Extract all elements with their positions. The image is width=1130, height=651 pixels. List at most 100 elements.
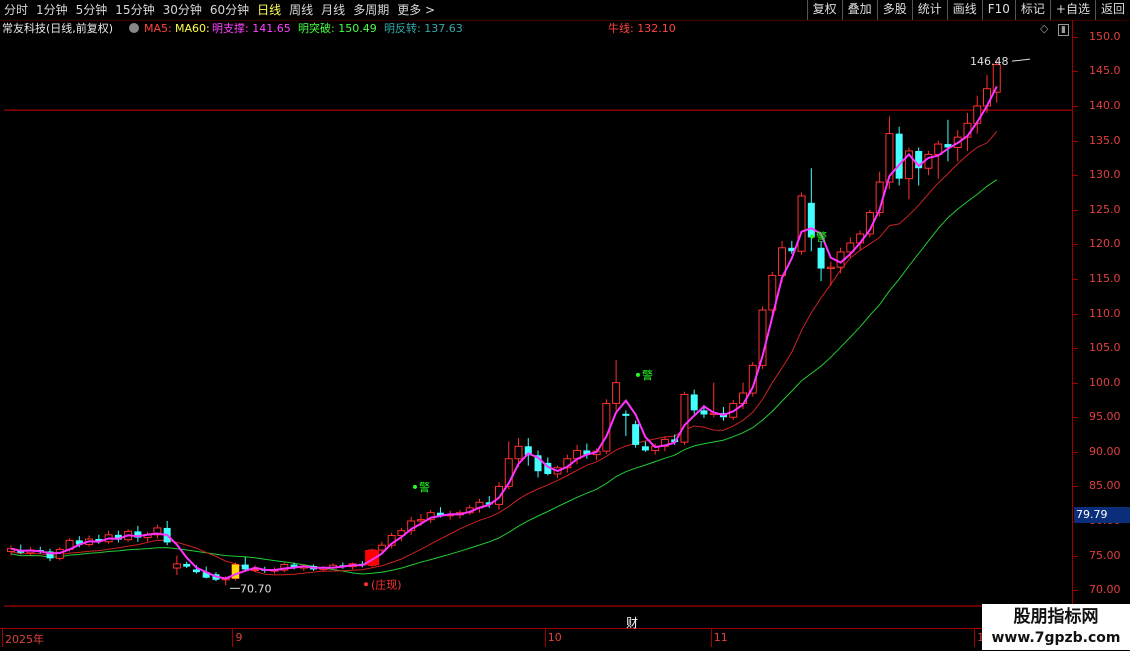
ma-red-line	[10, 131, 998, 576]
candle-body	[377, 544, 386, 551]
price-tick: 115.0	[1089, 271, 1121, 285]
high-arrow	[1011, 58, 1031, 62]
price-tick: 150.0	[1089, 29, 1121, 43]
candle-body	[826, 266, 835, 270]
finance-marker[interactable]: 财	[626, 614, 638, 631]
period-tab-9[interactable]: 多周期	[349, 0, 393, 20]
price-tick-mark	[1073, 417, 1078, 419]
price-tick: 135.0	[1089, 133, 1121, 147]
tool-button-3[interactable]: 统计	[911, 0, 947, 20]
candle-body	[680, 393, 689, 443]
tool-button-2[interactable]: 多股	[876, 0, 912, 20]
month-divider	[974, 629, 976, 647]
period-tab-8[interactable]: 月线	[317, 0, 349, 20]
date-axis: 2025年9101112	[0, 628, 1072, 651]
period-tab-3[interactable]: 15分钟	[111, 0, 158, 20]
price-tick: 90.00	[1089, 444, 1121, 458]
month-divider	[544, 629, 546, 647]
warn-signal-2: 警	[816, 229, 827, 243]
date-label: 9	[235, 631, 243, 644]
candle-body	[641, 446, 649, 451]
candle-body	[817, 247, 825, 269]
candle-body	[241, 564, 249, 570]
price-tick: 70.00	[1089, 583, 1121, 597]
date-label: 10	[547, 631, 562, 644]
price-tick-mark	[1073, 382, 1078, 384]
candle-body	[797, 195, 806, 252]
zhuxian-dot	[364, 582, 368, 587]
watermark-logo: 股朋指标网 www.7gpzb.com	[982, 604, 1130, 650]
period-tab-5[interactable]: 60分钟	[206, 0, 253, 20]
top-toolbar: 分时 1分钟 5分钟 15分钟 30分钟 60分钟 日线 周线 月线 多周期 更多 > 复权 叠加 多股…	[0, 0, 1130, 21]
price-tick-mark	[1073, 555, 1078, 557]
candle-body	[632, 424, 640, 445]
tool-button-5[interactable]: F10	[981, 0, 1015, 20]
warn-dot	[413, 484, 417, 489]
price-tick-mark	[1073, 140, 1078, 142]
period-tab-6[interactable]: 日线	[253, 0, 285, 20]
current-price-badge: 79.79	[1074, 507, 1130, 523]
period-tab-2[interactable]: 5分钟	[72, 0, 112, 20]
high-price-label: 146.48	[970, 55, 1009, 68]
month-divider	[710, 629, 712, 647]
tool-button-4[interactable]: 画线	[946, 0, 982, 20]
price-tick: 85.00	[1089, 479, 1121, 493]
low-price-label: 70.70	[240, 582, 272, 595]
right-toolbar: 复权 叠加 多股 统计 画线 F10 标记 +自选 返回	[806, 0, 1130, 20]
warn-signal-0: 警	[419, 480, 430, 494]
candle-body	[690, 394, 698, 411]
date-label: 11	[713, 631, 728, 644]
period-tab-0[interactable]: 分时	[0, 0, 32, 20]
price-tick: 145.0	[1089, 64, 1121, 78]
candle-body	[622, 413, 630, 416]
watermark-url: www.7gpzb.com	[991, 630, 1121, 646]
period-tab-4[interactable]: 30分钟	[159, 0, 206, 20]
month-divider	[232, 629, 234, 647]
price-tick-mark	[1073, 278, 1078, 280]
warn-dot	[636, 372, 640, 377]
price-tick-mark	[1073, 175, 1078, 177]
period-tab-10[interactable]: 更多 >	[393, 0, 439, 20]
price-tick-mark	[1073, 209, 1078, 211]
candle-body	[602, 402, 611, 452]
watermark-title: 股朋指标网	[1013, 607, 1099, 627]
tool-button-1[interactable]: 叠加	[841, 0, 877, 20]
candle-body	[983, 88, 991, 107]
tool-button-8[interactable]: 返回	[1094, 0, 1130, 20]
period-tabs: 分时 1分钟 5分钟 15分钟 30分钟 60分钟 日线 周线 月线 多周期 更多 >	[0, 0, 439, 20]
support-trend-line	[10, 85, 998, 580]
price-tick-mark	[1073, 451, 1078, 453]
warn-dot	[810, 234, 814, 239]
candle-body	[700, 410, 708, 415]
candle-body	[183, 563, 191, 567]
candle-body	[416, 519, 425, 522]
price-tick-mark	[1073, 486, 1078, 488]
price-tick-mark	[1073, 71, 1078, 73]
price-tick: 95.00	[1089, 410, 1121, 424]
price-tick-mark	[1073, 313, 1078, 315]
candle-body	[807, 202, 815, 238]
price-tick: 105.0	[1089, 341, 1121, 355]
price-tick-mark	[1073, 106, 1078, 107]
price-tick: 110.0	[1089, 306, 1121, 320]
tool-button-7[interactable]: +自选	[1049, 0, 1095, 20]
price-axis: 70.0075.0080.0085.0090.0095.00100.0105.0…	[1072, 20, 1130, 632]
warn-signal-1: 警	[642, 368, 653, 382]
candlestick-chart[interactable]: 146.4870.70警警警(庄现)	[0, 20, 1072, 628]
price-tick: 100.0	[1089, 375, 1121, 389]
price-tick: 125.0	[1089, 202, 1121, 216]
price-tick: 75.00	[1089, 548, 1121, 562]
candle-body	[895, 133, 903, 179]
month-divider	[2, 629, 3, 647]
price-tick: 140.0	[1089, 99, 1121, 112]
tool-button-6[interactable]: 标记	[1014, 0, 1050, 20]
period-tab-1[interactable]: 1分钟	[32, 0, 72, 20]
period-tab-7[interactable]: 周线	[285, 0, 317, 20]
tool-button-0[interactable]: 复权	[806, 0, 842, 20]
price-tick-mark	[1073, 348, 1078, 350]
zhuxian-label: (庄现)	[371, 577, 402, 591]
candle-body	[612, 382, 621, 404]
candle-body	[514, 445, 523, 460]
price-tick: 120.0	[1089, 237, 1121, 251]
price-tick-mark	[1073, 36, 1078, 38]
